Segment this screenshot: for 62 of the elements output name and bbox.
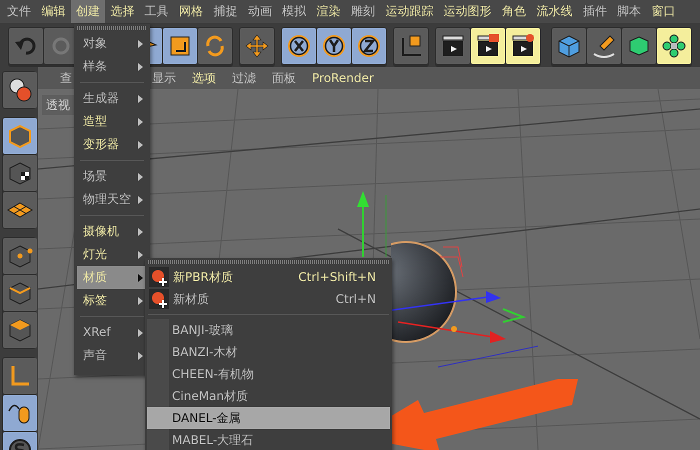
menu-item[interactable]: 编辑 bbox=[36, 0, 71, 23]
material-ball-add-icon bbox=[149, 267, 169, 287]
menu-item[interactable]: 运动图形 bbox=[438, 0, 497, 23]
menu-item[interactable]: 创建 bbox=[70, 0, 106, 23]
menu-item[interactable]: 动画 bbox=[242, 0, 277, 23]
menu-item[interactable]: 渲染 bbox=[311, 0, 346, 23]
menu-item[interactable]: 流水线 bbox=[531, 0, 578, 23]
menu-item[interactable]: 运动跟踪 bbox=[380, 0, 438, 23]
menu-item[interactable]: 新材质 Ctrl+N bbox=[145, 288, 392, 310]
toolbar-button[interactable] bbox=[552, 28, 586, 64]
viewport-menu-item[interactable]: ProRender bbox=[304, 67, 382, 89]
material-ball-add-icon bbox=[149, 289, 169, 309]
viewport-menu-item[interactable]: 选项 bbox=[184, 67, 224, 89]
viewport-label: 透视 bbox=[42, 95, 74, 115]
menu-item[interactable]: 选择 bbox=[105, 0, 140, 23]
menu-item[interactable]: 造型 bbox=[77, 110, 147, 133]
menu-item[interactable]: 生成器 bbox=[77, 87, 147, 110]
y-axis-icon bbox=[320, 32, 348, 60]
menu-item[interactable]: 文件 bbox=[2, 0, 36, 23]
tool-button[interactable] bbox=[3, 238, 37, 274]
menu-item[interactable]: 雕刻 bbox=[346, 0, 380, 23]
menu-item[interactable]: 场景 bbox=[77, 165, 147, 188]
toolbar-button[interactable] bbox=[317, 28, 351, 64]
toolbar-button[interactable] bbox=[282, 28, 316, 64]
menu-item[interactable]: 样条 bbox=[77, 55, 147, 78]
toolbar-button[interactable] bbox=[657, 28, 691, 64]
toolbar-button[interactable] bbox=[436, 28, 470, 64]
cube-icon bbox=[6, 122, 34, 150]
tool-button[interactable] bbox=[3, 155, 37, 191]
menu-item[interactable]: 插件 bbox=[578, 0, 612, 23]
toolbar-button[interactable] bbox=[240, 28, 274, 64]
viewport-menu-item[interactable]: 过滤 bbox=[224, 67, 264, 89]
toolbar-button[interactable] bbox=[622, 28, 656, 64]
toolbar-button[interactable] bbox=[163, 28, 197, 64]
z-axis-icon bbox=[355, 32, 383, 60]
menu-item[interactable]: 变形器 bbox=[77, 133, 147, 156]
menu-item[interactable]: 网格 bbox=[174, 0, 208, 23]
toolbar-button[interactable] bbox=[471, 28, 505, 64]
tool-button[interactable] bbox=[3, 395, 37, 431]
toolbar-button[interactable] bbox=[506, 28, 540, 64]
tool-button[interactable] bbox=[3, 72, 37, 108]
menu-item[interactable]: DANEL-金属 bbox=[147, 407, 390, 429]
menu-item[interactable]: 捕捉 bbox=[208, 0, 243, 23]
menu-item[interactable]: 脚本 bbox=[612, 0, 646, 23]
toolbar-button[interactable] bbox=[587, 28, 621, 64]
menu-item[interactable]: 新PBR材质 Ctrl+Shift+N bbox=[145, 266, 392, 288]
menu-item[interactable]: 角色 bbox=[496, 0, 532, 23]
menu-item[interactable]: 对象 bbox=[77, 32, 147, 55]
move-arrows-icon bbox=[243, 32, 271, 60]
cloner-icon bbox=[660, 32, 688, 60]
x-axis-icon bbox=[285, 32, 313, 60]
tool-button[interactable] bbox=[3, 192, 37, 228]
toolbar-button[interactable] bbox=[394, 28, 428, 64]
menu-item[interactable]: 物理天空 bbox=[77, 188, 147, 211]
toolbar-button[interactable] bbox=[352, 28, 386, 64]
menu-item[interactable]: 模拟 bbox=[277, 0, 312, 23]
menu-item[interactable]: 摄像机 bbox=[77, 220, 147, 243]
viewport-menu-item[interactable]: 面板 bbox=[264, 67, 304, 89]
tool-button[interactable] bbox=[3, 312, 37, 348]
menu-item[interactable]: 工具 bbox=[140, 0, 174, 23]
tool-button[interactable] bbox=[3, 275, 37, 311]
menu-item[interactable]: 窗口 bbox=[646, 0, 681, 23]
